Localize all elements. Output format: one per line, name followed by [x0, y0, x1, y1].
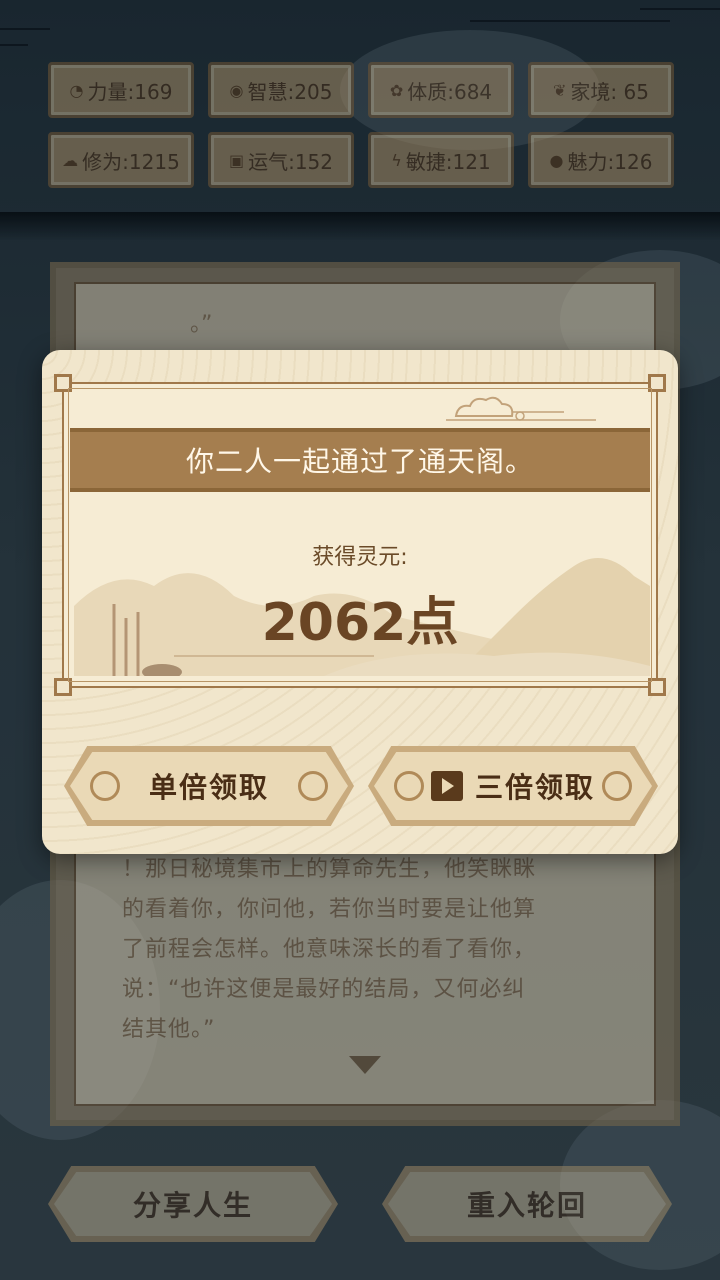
claim-single-button[interactable]: 单倍领取	[64, 746, 354, 826]
reward-amount: 2062点	[261, 593, 459, 653]
claim-triple-button[interactable]: 三倍领取	[368, 746, 658, 826]
scroll-ornament-icon	[90, 771, 120, 801]
scroll-ornament-icon	[298, 771, 328, 801]
reward-label: 获得灵元:	[312, 545, 408, 570]
scroll-ornament-icon	[394, 771, 424, 801]
scroll-ornament-icon	[602, 771, 632, 801]
dialog-title: 你二人一起通过了通天阁。	[70, 428, 650, 492]
reward-frame: 你二人一起通过了通天阁。 获得灵元: 2062点	[54, 374, 666, 696]
reward-dialog: 你二人一起通过了通天阁。 获得灵元: 2062点 单倍领取 三倍领取	[42, 350, 678, 854]
cloud-ornament-icon	[446, 396, 596, 421]
video-play-icon	[430, 771, 463, 801]
